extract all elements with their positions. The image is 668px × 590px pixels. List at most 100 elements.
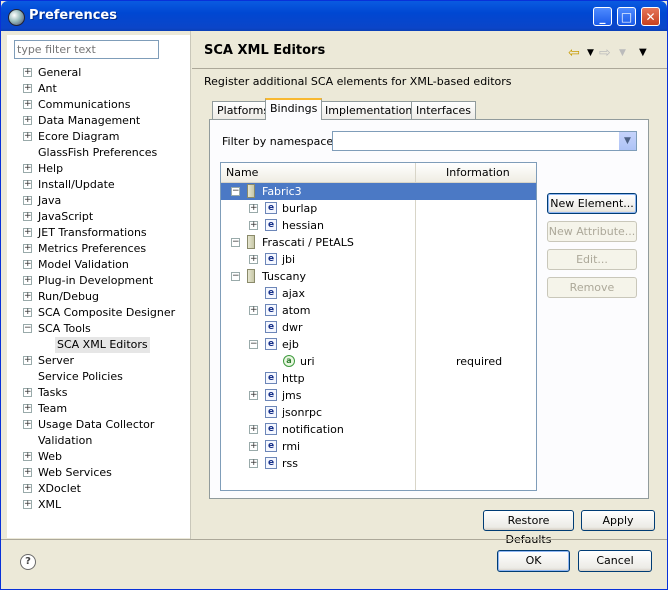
nav-item[interactable]: + Web bbox=[7, 449, 190, 465]
remove-button[interactable]: Remove bbox=[547, 277, 637, 298]
tab-implementations[interactable]: Implementations bbox=[320, 101, 424, 119]
column-header-name[interactable]: Name bbox=[226, 166, 258, 179]
expand-icon[interactable]: + bbox=[23, 452, 32, 461]
expand-icon[interactable]: + bbox=[249, 391, 258, 400]
expand-icon[interactable]: + bbox=[249, 425, 258, 434]
nav-item[interactable]: Validation bbox=[7, 433, 190, 449]
expand-icon[interactable]: + bbox=[23, 68, 32, 77]
nav-item[interactable]: + JavaScript bbox=[7, 209, 190, 225]
tree-row[interactable]: − Tuscany bbox=[221, 268, 536, 285]
expand-icon[interactable]: + bbox=[23, 260, 32, 269]
back-history-dropdown-icon[interactable]: ▼ bbox=[587, 48, 594, 58]
view-menu-icon[interactable]: ▼ bbox=[639, 47, 647, 58]
collapse-icon[interactable]: − bbox=[23, 324, 32, 333]
new-attribute-button[interactable]: New Attribute... bbox=[547, 221, 637, 242]
nav-item[interactable]: + Data Management bbox=[7, 113, 190, 129]
tree-row[interactable]: − Fabric3 bbox=[221, 183, 536, 200]
expand-icon[interactable]: + bbox=[23, 484, 32, 493]
expand-icon[interactable]: + bbox=[249, 459, 258, 468]
column-header-information[interactable]: Information bbox=[446, 166, 510, 179]
nav-item[interactable]: + XDoclet bbox=[7, 481, 190, 497]
maximize-button[interactable]: □ bbox=[617, 7, 636, 26]
ok-button[interactable]: OK bbox=[497, 550, 570, 572]
tree-row[interactable]: − Frascati / PEtALS bbox=[221, 234, 536, 251]
expand-icon[interactable]: + bbox=[23, 212, 32, 221]
nav-item[interactable]: + Team bbox=[7, 401, 190, 417]
expand-icon[interactable]: + bbox=[23, 116, 32, 125]
close-button[interactable]: ✕ bbox=[641, 7, 660, 26]
expand-icon[interactable]: + bbox=[23, 164, 32, 173]
expand-icon[interactable]: + bbox=[249, 204, 258, 213]
nav-item[interactable]: + Ecore Diagram bbox=[7, 129, 190, 145]
tree-row[interactable]: − e ejb bbox=[221, 336, 536, 353]
nav-item[interactable]: + Metrics Preferences bbox=[7, 241, 190, 257]
expand-icon[interactable]: + bbox=[23, 244, 32, 253]
cancel-button[interactable]: Cancel bbox=[578, 550, 652, 572]
nav-item[interactable]: + Usage Data Collector bbox=[7, 417, 190, 433]
nav-item[interactable]: + Communications bbox=[7, 97, 190, 113]
nav-item[interactable]: SCA XML Editors bbox=[7, 337, 190, 353]
collapse-icon[interactable]: − bbox=[231, 187, 240, 196]
tree-row[interactable]: + e atom bbox=[221, 302, 536, 319]
expand-icon[interactable]: + bbox=[249, 255, 258, 264]
nav-item[interactable]: + Ant bbox=[7, 81, 190, 97]
expand-icon[interactable]: + bbox=[23, 308, 32, 317]
tree-row[interactable]: e jsonrpc bbox=[221, 404, 536, 421]
expand-icon[interactable]: + bbox=[23, 228, 32, 237]
expand-icon[interactable]: + bbox=[23, 100, 32, 109]
tree-row[interactable]: + e notification bbox=[221, 421, 536, 438]
expand-icon[interactable]: + bbox=[23, 180, 32, 189]
tree-row[interactable]: + e rss bbox=[221, 455, 536, 472]
expand-icon[interactable]: + bbox=[249, 221, 258, 230]
expand-icon[interactable]: + bbox=[23, 356, 32, 365]
filter-input[interactable] bbox=[14, 40, 159, 59]
expand-icon[interactable]: + bbox=[23, 132, 32, 141]
tree-row[interactable]: + e rmi bbox=[221, 438, 536, 455]
tree-row[interactable]: e http bbox=[221, 370, 536, 387]
nav-item[interactable]: + Install/Update bbox=[7, 177, 190, 193]
bindings-tree[interactable]: Name Information − Fabric3 + e burlap + e hessi… bbox=[220, 162, 537, 491]
nav-item[interactable]: + Java bbox=[7, 193, 190, 209]
tree-row[interactable]: + e jms bbox=[221, 387, 536, 404]
expand-icon[interactable]: + bbox=[23, 388, 32, 397]
title-bar[interactable]: Preferences _ □ ✕ bbox=[1, 1, 667, 31]
tree-row[interactable]: + e burlap bbox=[221, 200, 536, 217]
back-arrow-icon[interactable]: ⇦ bbox=[568, 45, 580, 61]
tree-row[interactable]: e ajax bbox=[221, 285, 536, 302]
nav-item[interactable]: + General bbox=[7, 65, 190, 81]
nav-item[interactable]: + Web Services bbox=[7, 465, 190, 481]
expand-icon[interactable]: + bbox=[23, 196, 32, 205]
edit-button[interactable]: Edit... bbox=[547, 249, 637, 270]
collapse-icon[interactable]: − bbox=[231, 238, 240, 247]
forward-history-dropdown-icon[interactable]: ▼ bbox=[619, 48, 626, 58]
nav-item[interactable]: + Plug-in Development bbox=[7, 273, 190, 289]
nav-item[interactable]: + Run/Debug bbox=[7, 289, 190, 305]
nav-item[interactable]: − SCA Tools bbox=[7, 321, 190, 337]
nav-item[interactable]: + Model Validation bbox=[7, 257, 190, 273]
chevron-down-icon[interactable]: ▼ bbox=[618, 132, 636, 150]
restore-defaults-button[interactable]: Restore Defaults bbox=[483, 510, 574, 546]
sash-divider[interactable] bbox=[190, 31, 191, 539]
forward-arrow-icon[interactable]: ⇨ bbox=[599, 45, 611, 61]
expand-icon[interactable]: + bbox=[249, 442, 258, 451]
nav-item[interactable]: + Tasks bbox=[7, 385, 190, 401]
nav-item[interactable]: + JET Transformations bbox=[7, 225, 190, 241]
namespace-select[interactable]: ▼ bbox=[332, 131, 637, 151]
tab-bindings[interactable]: Bindings bbox=[265, 98, 323, 120]
expand-icon[interactable]: + bbox=[249, 306, 258, 315]
expand-icon[interactable]: + bbox=[23, 276, 32, 285]
tree-row[interactable]: + e hessian bbox=[221, 217, 536, 234]
expand-icon[interactable]: + bbox=[23, 420, 32, 429]
collapse-icon[interactable]: − bbox=[249, 340, 258, 349]
expand-icon[interactable]: + bbox=[23, 500, 32, 509]
new-element-button[interactable]: New Element... bbox=[547, 193, 637, 214]
minimize-button[interactable]: _ bbox=[593, 7, 612, 26]
tree-row[interactable]: e dwr bbox=[221, 319, 536, 336]
nav-item[interactable]: + Server bbox=[7, 353, 190, 369]
tree-row[interactable]: + e jbi bbox=[221, 251, 536, 268]
expand-icon[interactable]: + bbox=[23, 404, 32, 413]
apply-button[interactable]: Apply bbox=[581, 510, 655, 531]
expand-icon[interactable]: + bbox=[23, 468, 32, 477]
nav-item[interactable]: GlassFish Preferences bbox=[7, 145, 190, 161]
nav-item[interactable]: + Help bbox=[7, 161, 190, 177]
